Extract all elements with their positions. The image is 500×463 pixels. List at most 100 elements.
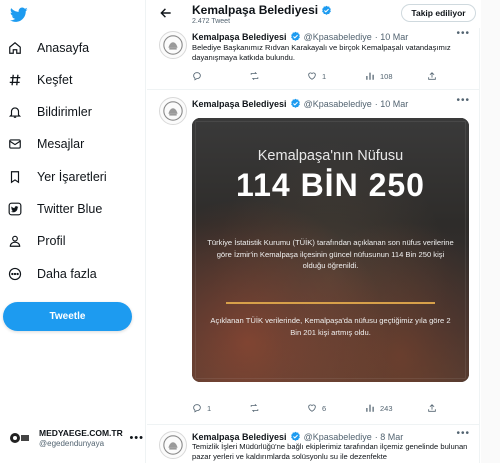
heart-icon — [308, 404, 316, 412]
sidebar-item-label: Yer İşaretleri — [37, 170, 107, 184]
profile-icon — [8, 234, 22, 248]
hashtag-icon — [8, 73, 22, 87]
more-horizontal-icon: ••• — [129, 432, 144, 444]
tweet-author-handle[interactable]: @Kpasabelediye — [304, 432, 372, 442]
retweet-button[interactable] — [249, 71, 265, 81]
avatar — [6, 425, 31, 451]
sidebar-item-twitter-blue[interactable]: Twitter Blue — [8, 198, 102, 220]
tweet-header: Kemalpaşa Belediyesi @Kpasabelediye · 8 … — [192, 431, 403, 442]
sidebar: Anasayfa Keşfet Bildirimler Mesajlar Yer… — [0, 0, 146, 463]
mail-icon — [8, 137, 22, 151]
sidebar-item-label: Bildirimler — [37, 105, 92, 119]
sidebar-item-more[interactable]: Daha fazla — [8, 263, 97, 285]
media-divider — [226, 302, 435, 304]
verified-badge-icon — [290, 98, 300, 108]
tweet-header: Kemalpaşa Belediyesi @Kpasabelediye · 10… — [192, 98, 408, 109]
sidebar-item-label: Keşfet — [37, 73, 73, 87]
more-horizontal-icon[interactable]: ••• — [456, 28, 470, 39]
main-timeline: Kemalpaşa Belediyesi 2.472 Tweet Takip e… — [147, 0, 480, 463]
retweet-icon — [250, 71, 259, 81]
heart-icon — [308, 72, 316, 80]
media-title: Kemalpaşa'nın Nüfusu — [257, 148, 404, 164]
tweet-author-handle[interactable]: @Kpasabelediye — [304, 99, 372, 109]
tweet-actions: 1 6 243 — [192, 403, 472, 417]
back-arrow-icon[interactable] — [159, 6, 173, 20]
views-button[interactable]: 243 — [365, 403, 393, 413]
tweet-button[interactable]: Tweetle — [3, 302, 132, 331]
reply-icon — [193, 72, 201, 81]
sidebar-item-label: Profil — [37, 234, 66, 248]
twitter-blue-icon — [8, 202, 22, 216]
sidebar-item-label: Mesajlar — [37, 137, 85, 151]
sidebar-item-label: Daha fazla — [37, 267, 97, 281]
following-button[interactable]: Takip ediliyor — [401, 4, 476, 22]
scrollbar[interactable] — [481, 0, 500, 463]
views-button[interactable]: 108 — [365, 71, 393, 81]
like-count: 1 — [322, 71, 327, 81]
views-count: 243 — [380, 403, 393, 413]
share-button[interactable] — [427, 71, 442, 81]
tweet[interactable]: Kemalpaşa Belediyesi @Kpasabelediye · 10… — [147, 28, 480, 89]
verified-badge-icon — [290, 31, 300, 41]
reply-button[interactable]: 1 — [192, 403, 211, 413]
bookmark-icon — [8, 170, 22, 184]
verified-badge-icon — [322, 5, 331, 15]
tweet-count: 2.472 Tweet — [192, 18, 231, 25]
tweet[interactable]: Kemalpaşa Belediyesi @Kpasabelediye · 10… — [147, 89, 480, 424]
account-name: MEDYAEGE.COM.TR — [39, 428, 123, 438]
tweet-text: Belediye Başkanımız Rıdvan Karakayalı ve… — [192, 43, 451, 62]
like-button[interactable]: 1 — [307, 71, 326, 81]
media-population-figure: 114 BİN 250 — [236, 167, 425, 203]
views-icon — [366, 404, 374, 412]
avatar[interactable] — [159, 97, 187, 125]
tweet-actions: 1 108 — [192, 71, 472, 85]
views-count: 108 — [380, 71, 393, 81]
account-switcher[interactable]: MEDYAEGE.COM.TR @egedendunyaya ••• — [6, 423, 144, 453]
more-circle-icon — [8, 267, 22, 281]
tweet[interactable]: Kemalpaşa Belediyesi @Kpasabelediye · 8 … — [147, 424, 480, 463]
sidebar-item-label: Anasayfa — [37, 41, 90, 55]
sidebar-item-home[interactable]: Anasayfa — [8, 37, 89, 59]
tweet-date[interactable]: · 10 Mar — [375, 99, 409, 109]
share-icon — [428, 404, 436, 412]
tweet-date[interactable]: · 8 Mar — [375, 432, 404, 442]
tweet-author-name[interactable]: Kemalpaşa Belediyesi — [192, 99, 287, 109]
account-handle: @egedendunyaya — [39, 439, 105, 448]
sidebar-item-notifications[interactable]: Bildirimler — [8, 101, 92, 123]
more-horizontal-icon[interactable]: ••• — [456, 428, 470, 439]
views-icon — [366, 72, 374, 80]
tweet-author-name[interactable]: Kemalpaşa Belediyesi — [192, 432, 287, 442]
sidebar-item-bookmarks[interactable]: Yer İşaretleri — [8, 166, 107, 188]
tweet-media-image[interactable]: Kemalpaşa'nın Nüfusu 114 BİN 250 Türkiye… — [192, 118, 469, 382]
retweet-icon — [250, 403, 259, 413]
verified-badge-icon — [290, 431, 300, 441]
like-count: 6 — [322, 403, 327, 413]
home-icon — [8, 41, 22, 55]
avatar[interactable] — [159, 31, 187, 59]
sidebar-item-explore[interactable]: Keşfet — [8, 69, 72, 91]
reply-count: 1 — [207, 403, 212, 413]
tweet-text: Temizlik İşleri Müdürlüğü'ne bağlı ekipl… — [192, 442, 468, 461]
more-horizontal-icon[interactable]: ••• — [456, 95, 470, 106]
bell-icon — [8, 105, 22, 119]
twitter-logo-icon[interactable] — [10, 7, 28, 23]
tweet-author-name[interactable]: Kemalpaşa Belediyesi — [192, 32, 287, 42]
retweet-button[interactable] — [249, 403, 265, 413]
tweet-date[interactable]: · 10 Mar — [375, 32, 409, 42]
sidebar-item-messages[interactable]: Mesajlar — [8, 133, 84, 155]
profile-header: Kemalpaşa Belediyesi 2.472 Tweet Takip e… — [147, 0, 480, 28]
page-title: Kemalpaşa Belediyesi — [192, 3, 332, 17]
avatar[interactable] — [159, 431, 187, 459]
media-paragraph: Türkiye İstatistik Kurumu (TÜİK) tarafın… — [207, 238, 454, 270]
share-icon — [428, 72, 436, 80]
share-button[interactable] — [427, 403, 442, 413]
like-button[interactable]: 6 — [307, 403, 326, 413]
sidebar-item-label: Twitter Blue — [37, 202, 103, 216]
media-paragraph: Açıklanan TÜİK verilerinde, Kemalpaşa'da… — [210, 316, 451, 337]
sidebar-item-profile[interactable]: Profil — [8, 230, 65, 252]
tweet-header: Kemalpaşa Belediyesi @Kpasabelediye · 10… — [192, 31, 408, 42]
reply-button[interactable] — [192, 71, 207, 81]
reply-icon — [193, 404, 201, 413]
tweet-author-handle[interactable]: @Kpasabelediye — [304, 32, 372, 42]
profile-name: Kemalpaşa Belediyesi — [192, 3, 319, 17]
